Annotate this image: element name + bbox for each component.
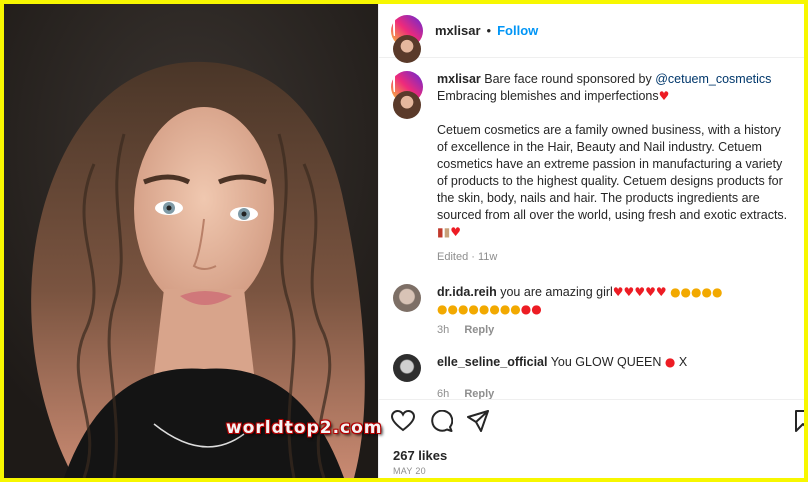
watermark: worldtop2.com: [226, 418, 383, 438]
heart-emoji-icon: ♥: [450, 225, 461, 239]
heart-emoji-icon: ♥♥♥♥♥: [612, 285, 667, 299]
comment-body: You GLOW QUEEN: [550, 355, 662, 369]
caption-paragraph: Cetuem cosmetics are a family owned busi…: [437, 123, 788, 222]
post-date: MAY 20: [393, 466, 426, 476]
comments-section[interactable]: mxlisar Bare face round sponsored by @ce…: [379, 59, 804, 399]
heart-eyes-emoji-icon: ●: [664, 355, 676, 369]
comment-meta: 6h Reply: [437, 388, 793, 399]
comment-username[interactable]: dr.ida.reih: [437, 285, 497, 299]
comment-time: 6h: [437, 388, 450, 399]
lipstick-emoji-icon: ▮: [437, 225, 444, 239]
post-frame: mxlisar • Follow mxlisar Bare face round…: [4, 4, 804, 478]
commenter-avatar[interactable]: [393, 354, 421, 382]
action-bar: [379, 399, 804, 439]
comment-time: 3h: [437, 324, 450, 336]
post-header: mxlisar • Follow: [379, 4, 804, 82]
caption: mxlisar Bare face round sponsored by @ce…: [391, 71, 793, 266]
comment-meta: 3h Reply: [437, 324, 793, 336]
portrait-image: [4, 4, 378, 478]
caption-username[interactable]: mxlisar: [437, 72, 481, 86]
follow-button[interactable]: Follow: [497, 23, 538, 38]
comment-text: elle_seline_official You GLOW QUEEN ● X: [437, 354, 793, 371]
caption-line1: Bare face round sponsored by: [484, 72, 652, 86]
caption-mention[interactable]: @cetuem_cosmetics: [655, 72, 771, 86]
separator-dot: •: [486, 23, 492, 38]
reply-button[interactable]: Reply: [464, 324, 494, 336]
author-avatar[interactable]: [391, 14, 423, 82]
likes-count[interactable]: 267 likes: [393, 448, 447, 463]
post-side-panel: mxlisar • Follow mxlisar Bare face round…: [378, 4, 804, 478]
share-icon[interactable]: [467, 410, 489, 437]
author-username[interactable]: mxlisar: [435, 23, 481, 38]
caption-text: mxlisar Bare face round sponsored by @ce…: [437, 71, 793, 266]
caption-meta: Edited · 11w: [437, 251, 498, 263]
heart-emoji-icon: ♥: [658, 89, 670, 103]
bookmark-icon[interactable]: [795, 410, 804, 437]
comment-icon[interactable]: [429, 409, 454, 437]
heart-eyes-emoji-icon: ●●: [520, 302, 542, 316]
caption-line2: Embracing blemishes and imperfections: [437, 89, 659, 103]
comment-body: you are amazing girl: [500, 285, 613, 299]
comment-suffix: X: [678, 355, 688, 369]
comment-text: dr.ida.reih you are amazing girl♥♥♥♥♥ ●●…: [437, 284, 793, 318]
reply-button[interactable]: Reply: [464, 388, 494, 399]
caption-avatar[interactable]: [391, 71, 423, 138]
heart-icon[interactable]: [390, 409, 416, 437]
post-photo[interactable]: [4, 4, 378, 478]
comment-item: dr.ida.reih you are amazing girl♥♥♥♥♥ ●●…: [391, 284, 793, 318]
star-struck-emoji-icon: ●●●●●: [670, 285, 723, 299]
comment-item: elle_seline_official You GLOW QUEEN ● X: [391, 354, 793, 382]
comment-username[interactable]: elle_seline_official: [437, 355, 547, 369]
smiling-emoji-icon: ●●●●●●●●: [437, 302, 521, 316]
commenter-avatar[interactable]: [393, 284, 421, 312]
